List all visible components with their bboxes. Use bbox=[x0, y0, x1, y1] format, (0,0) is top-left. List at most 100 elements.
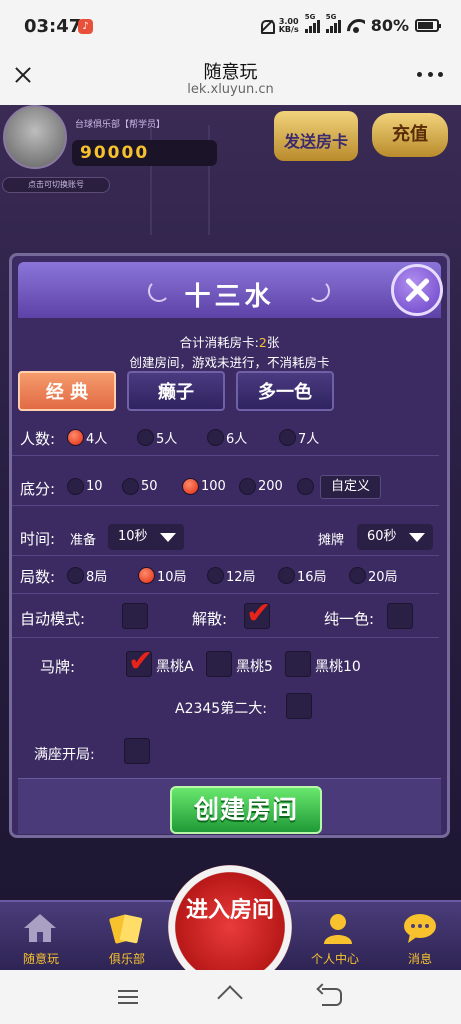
full-start-label: 满座开局: bbox=[34, 747, 95, 763]
radio-icon[interactable] bbox=[67, 567, 84, 584]
club-name: 台球俱乐部【帮学员】 bbox=[75, 120, 166, 130]
nav-profile-label[interactable]: 个人中心 bbox=[300, 950, 370, 967]
signal-1-icon: 5G bbox=[304, 13, 320, 33]
status-icons: 3.00 KB/s 5G 5G 80% bbox=[259, 13, 441, 35]
nav-messages-label[interactable]: 消息 bbox=[385, 950, 455, 967]
time-label: 时间: bbox=[20, 530, 56, 548]
system-nav-bar bbox=[0, 970, 461, 1024]
radio-icon[interactable] bbox=[67, 429, 84, 446]
custom-base-button[interactable]: 自定义 bbox=[320, 475, 382, 499]
dissolve-label: 解散: bbox=[192, 610, 228, 628]
base-option-200[interactable]: 200 bbox=[239, 478, 283, 495]
tab-extra-suit[interactable]: 多一色 bbox=[236, 371, 334, 411]
full-start-checkbox[interactable] bbox=[124, 738, 150, 764]
user-icon[interactable] bbox=[318, 910, 358, 946]
switch-account-button[interactable]: 点击可切换账号 bbox=[2, 177, 110, 193]
pure-suit-label: 纯一色: bbox=[324, 610, 375, 628]
horse-spade-10-checkbox[interactable] bbox=[285, 651, 311, 677]
horse-spade-10-label: 黑桃10 bbox=[315, 659, 361, 675]
radio-icon[interactable] bbox=[67, 478, 84, 495]
back-icon[interactable] bbox=[322, 988, 342, 1006]
home-icon[interactable] bbox=[20, 910, 60, 946]
players-option-5[interactable]: 5人 bbox=[137, 428, 177, 447]
chat-icon[interactable] bbox=[400, 910, 440, 946]
radio-icon[interactable] bbox=[207, 429, 224, 446]
radio-icon[interactable] bbox=[137, 429, 154, 446]
rounds-option-10[interactable]: 10局 bbox=[138, 566, 187, 585]
cards-icon[interactable] bbox=[106, 910, 146, 946]
rounds-option-20[interactable]: 20局 bbox=[349, 566, 398, 585]
deal-time-select[interactable]: 60秒 bbox=[357, 524, 433, 550]
pure-suit-checkbox[interactable] bbox=[387, 603, 413, 629]
wifi-icon bbox=[347, 19, 365, 33]
laurel-right-icon bbox=[308, 280, 330, 302]
radio-icon[interactable] bbox=[349, 567, 366, 584]
dialog-title: 十三水 bbox=[184, 282, 275, 312]
enter-room-button[interactable]: 进入房间 bbox=[168, 865, 292, 970]
auto-mode-checkbox[interactable] bbox=[122, 603, 148, 629]
rounds-label: 局数: bbox=[20, 568, 56, 586]
base-score-row: 底分: 10 50 100 200 自定义 bbox=[12, 468, 439, 506]
horse-spade-5-label: 黑桃5 bbox=[236, 659, 273, 675]
rounds-option-8[interactable]: 8局 bbox=[67, 566, 107, 585]
browser-header: 随意玩 lek.xluyun.cn bbox=[0, 50, 461, 105]
nav-club-label[interactable]: 俱乐部 bbox=[92, 950, 162, 967]
custom-radio[interactable] bbox=[297, 478, 314, 495]
radio-icon[interactable] bbox=[207, 567, 224, 584]
ready-time-select[interactable]: 10秒 bbox=[108, 524, 184, 550]
chevron-down-icon bbox=[160, 533, 176, 542]
ready-label: 准备 bbox=[70, 533, 97, 548]
radio-icon[interactable] bbox=[279, 429, 296, 446]
horse-spade-5-checkbox[interactable] bbox=[206, 651, 232, 677]
game-area: 台球俱乐部【帮学员】 90000 点击可切换账号 发送房卡 充值 十三水 合计消… bbox=[0, 105, 461, 970]
nav-home-label[interactable]: 随意玩 bbox=[6, 950, 76, 967]
horse-spade-a-checkbox[interactable] bbox=[126, 644, 153, 679]
radio-icon[interactable] bbox=[122, 478, 139, 495]
a2345-checkbox[interactable] bbox=[286, 693, 312, 719]
coin-balance: 90000 bbox=[72, 140, 217, 166]
base-option-100[interactable]: 100 bbox=[182, 478, 226, 495]
horse-card-label: 马牌: bbox=[40, 658, 76, 676]
players-row: 人数: 4人 5人 6人 7人 bbox=[12, 418, 439, 456]
radio-icon[interactable] bbox=[278, 567, 295, 584]
avatar[interactable] bbox=[3, 105, 67, 169]
status-time: 03:47 bbox=[24, 16, 82, 37]
deal-label: 摊牌 bbox=[318, 533, 345, 548]
status-bar: 03:47 ♪ 3.00 KB/s 5G 5G 80% bbox=[0, 0, 461, 50]
signal-2-icon: 5G bbox=[325, 13, 341, 33]
recharge-button[interactable]: 充值 bbox=[372, 113, 448, 157]
base-option-50[interactable]: 50 bbox=[122, 478, 158, 495]
send-card-button[interactable]: 发送房卡 bbox=[274, 111, 358, 161]
dissolve-checkbox[interactable] bbox=[244, 596, 271, 631]
cost-notice: 创建房间，游戏未进行，不消耗房卡 bbox=[129, 355, 330, 370]
rounds-option-16[interactable]: 16局 bbox=[278, 566, 327, 585]
network-speed: 3.00 KB/s bbox=[278, 16, 299, 34]
dialog-header: 十三水 bbox=[18, 262, 443, 318]
battery-percent: 80% bbox=[370, 16, 409, 35]
rounds-row: 局数: 8局 10局 12局 16局 20局 bbox=[12, 556, 439, 594]
more-icon[interactable] bbox=[417, 72, 443, 78]
rounds-option-12[interactable]: 12局 bbox=[207, 566, 256, 585]
base-option-10[interactable]: 10 bbox=[67, 478, 103, 495]
players-option-4[interactable]: 4人 bbox=[67, 428, 107, 447]
players-option-6[interactable]: 6人 bbox=[207, 428, 247, 447]
tab-classic[interactable]: 经 典 bbox=[18, 371, 116, 411]
dialog-close-button[interactable] bbox=[391, 264, 443, 316]
create-room-dialog: 十三水 合计消耗房卡:2张 创建房间，游戏未进行，不消耗房卡 经 典 癞子 多一… bbox=[9, 253, 450, 838]
a2345-label: A2345第二大: bbox=[175, 701, 267, 717]
radio-icon[interactable] bbox=[239, 478, 256, 495]
players-option-7[interactable]: 7人 bbox=[279, 428, 319, 447]
radio-icon[interactable] bbox=[138, 567, 155, 584]
dialog-footer: 创建房间 bbox=[18, 778, 441, 834]
menu-icon[interactable] bbox=[118, 990, 138, 1004]
toggles-row: 自动模式: 解散: 纯一色: bbox=[12, 596, 439, 638]
time-row: 时间: 准备 10秒 摊牌 60秒 bbox=[12, 518, 439, 556]
tab-wildcard[interactable]: 癞子 bbox=[127, 371, 225, 411]
app-notification-icon: ♪ bbox=[78, 19, 93, 34]
battery-icon bbox=[415, 19, 441, 32]
create-room-button[interactable]: 创建房间 bbox=[170, 786, 322, 834]
system-home-icon[interactable] bbox=[218, 987, 242, 1007]
players-label: 人数: bbox=[20, 430, 56, 448]
radio-icon[interactable] bbox=[182, 478, 199, 495]
card-cost: 合计消耗房卡:2张 bbox=[179, 335, 280, 350]
